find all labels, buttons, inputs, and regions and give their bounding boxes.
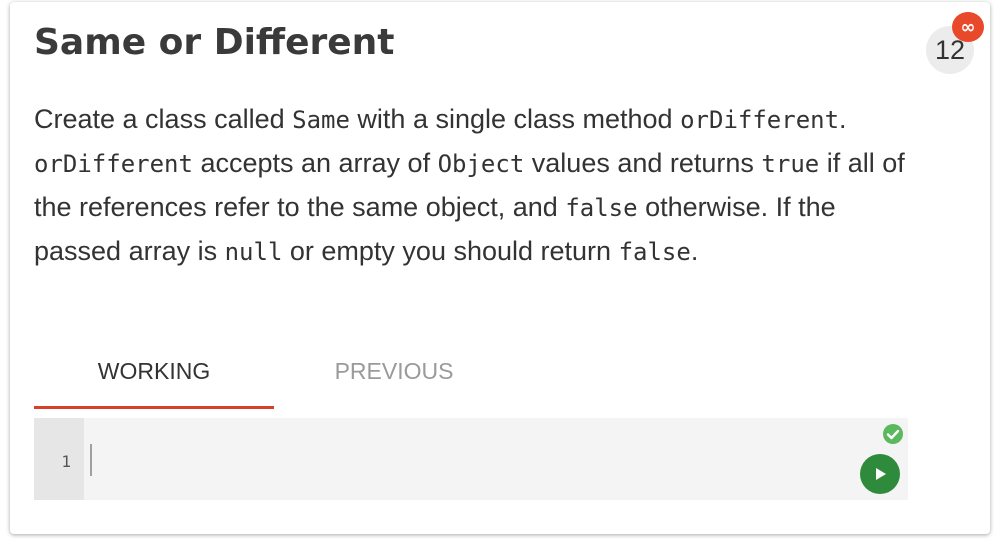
description-text: or empty you should return xyxy=(282,236,619,266)
inline-code: orDifferent xyxy=(34,150,193,178)
inline-code: false xyxy=(618,238,691,266)
tab-working[interactable]: WORKING xyxy=(34,358,274,409)
description-text: . xyxy=(839,104,847,134)
tab-previous[interactable]: PREVIOUS xyxy=(274,358,514,406)
description-text: Create a class called xyxy=(34,104,293,134)
problem-title: Same or Different xyxy=(34,22,395,63)
description-text: . xyxy=(690,236,699,266)
check-circle-icon xyxy=(883,424,903,444)
play-icon xyxy=(876,468,886,480)
description-text: with a single class method xyxy=(349,104,681,134)
problem-description: Create a class called Same with a single… xyxy=(34,98,914,274)
inline-code: null xyxy=(224,238,283,266)
line-number: 1 xyxy=(61,452,71,471)
code-editor[interactable]: 1 xyxy=(34,418,908,500)
inline-code: Object xyxy=(437,150,525,178)
infinity-badge: ∞ xyxy=(952,12,984,42)
text-cursor xyxy=(90,444,92,476)
description-text: accepts an array of xyxy=(192,148,438,178)
inline-code: false xyxy=(565,194,638,222)
description-text: values and returns xyxy=(524,148,762,178)
problem-card: Same or Different 12 ∞ Create a class ca… xyxy=(10,2,990,534)
code-input-area[interactable] xyxy=(84,418,908,500)
inline-code: Same xyxy=(292,106,350,134)
inline-code: true xyxy=(761,150,820,178)
line-gutter: 1 xyxy=(34,418,84,500)
run-button[interactable] xyxy=(860,454,900,494)
inline-code: orDifferent xyxy=(680,106,840,134)
